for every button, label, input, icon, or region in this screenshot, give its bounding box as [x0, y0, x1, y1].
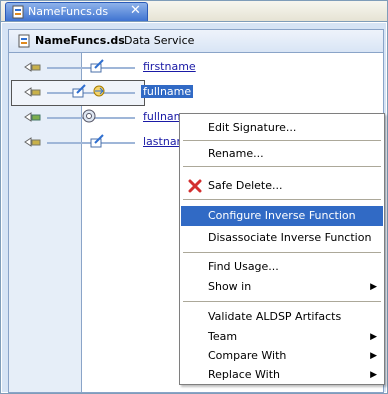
menu-item-disassociate-inverse-function[interactable]: Disassociate Inverse Function [181, 228, 383, 248]
menu-item-label: Show in [208, 280, 252, 293]
function-icon [72, 84, 86, 98]
submenu-arrow-icon: ▶ [370, 282, 377, 292]
function-icon [90, 134, 104, 148]
operation-link[interactable]: firstname [143, 60, 196, 73]
menu-separator [183, 199, 381, 200]
tab-label: NameFuncs.ds [28, 5, 109, 18]
gear-icon [82, 109, 96, 123]
data-service-icon [18, 34, 30, 48]
menu-item-find-usage[interactable]: Find Usage... [181, 257, 383, 277]
context-menu: Edit Signature... Rename... Safe Delete.… [179, 113, 385, 385]
inverse-function-icon [93, 85, 105, 97]
close-icon[interactable]: ✕ [130, 3, 141, 18]
menu-item-show-in[interactable]: Show in ▶ [181, 277, 383, 297]
red-x-icon [188, 179, 202, 193]
menu-item-replace-with[interactable]: Replace With ▶ [181, 365, 383, 385]
read-arrow-icon [24, 112, 41, 122]
menu-item-label: Configure Inverse Function [208, 209, 356, 222]
operation-row[interactable]: fullname [9, 80, 194, 106]
operation-row[interactable]: lastname [9, 133, 194, 153]
operation-row[interactable]: fullname [9, 108, 191, 128]
menu-item-label: Edit Signature... [208, 121, 297, 134]
editor-tab-strip: NameFuncs.ds ✕ [1, 1, 387, 22]
data-service-type: Data Service [124, 34, 195, 47]
menu-item-validate-aldsp-artifacts[interactable]: Validate ALDSP Artifacts [181, 307, 383, 327]
menu-separator [183, 166, 381, 167]
menu-item-label: Replace With [208, 368, 280, 381]
operation-row[interactable]: firstname [9, 58, 196, 78]
function-icon [90, 59, 104, 73]
menu-item-rename[interactable]: Rename... [181, 144, 383, 164]
menu-item-label: Find Usage... [208, 260, 279, 273]
submenu-arrow-icon: ▶ [370, 370, 377, 380]
menu-item-compare-with[interactable]: Compare With ▶ [181, 346, 383, 366]
menu-item-label: Validate ALDSP Artifacts [208, 310, 342, 323]
menu-item-label: Disassociate Inverse Function [208, 231, 372, 244]
read-arrow-icon [24, 87, 41, 97]
tab-namefuncs[interactable]: NameFuncs.ds ✕ [5, 2, 148, 21]
menu-separator [183, 140, 381, 141]
read-arrow-icon [24, 62, 41, 72]
menu-item-label: Team [208, 330, 238, 343]
menu-item-label: Compare With [208, 349, 287, 362]
operation-link[interactable]: fullname [141, 85, 194, 98]
menu-separator [183, 252, 381, 253]
data-service-name: NameFuncs.ds [35, 34, 125, 47]
menu-item-edit-signature[interactable]: Edit Signature... [181, 118, 383, 138]
data-service-icon [12, 5, 24, 19]
submenu-arrow-icon: ▶ [370, 332, 377, 342]
menu-item-label: Rename... [208, 147, 264, 160]
submenu-arrow-icon: ▶ [370, 351, 377, 361]
read-arrow-icon [24, 137, 41, 147]
menu-item-configure-inverse-function[interactable]: Configure Inverse Function [181, 206, 383, 226]
menu-separator [183, 301, 381, 302]
menu-item-team[interactable]: Team ▶ [181, 327, 383, 347]
data-service-header: NameFuncs.ds Data Service [9, 30, 383, 53]
menu-item-label: Safe Delete... [208, 179, 283, 192]
menu-item-safe-delete[interactable]: Safe Delete... [181, 176, 383, 196]
